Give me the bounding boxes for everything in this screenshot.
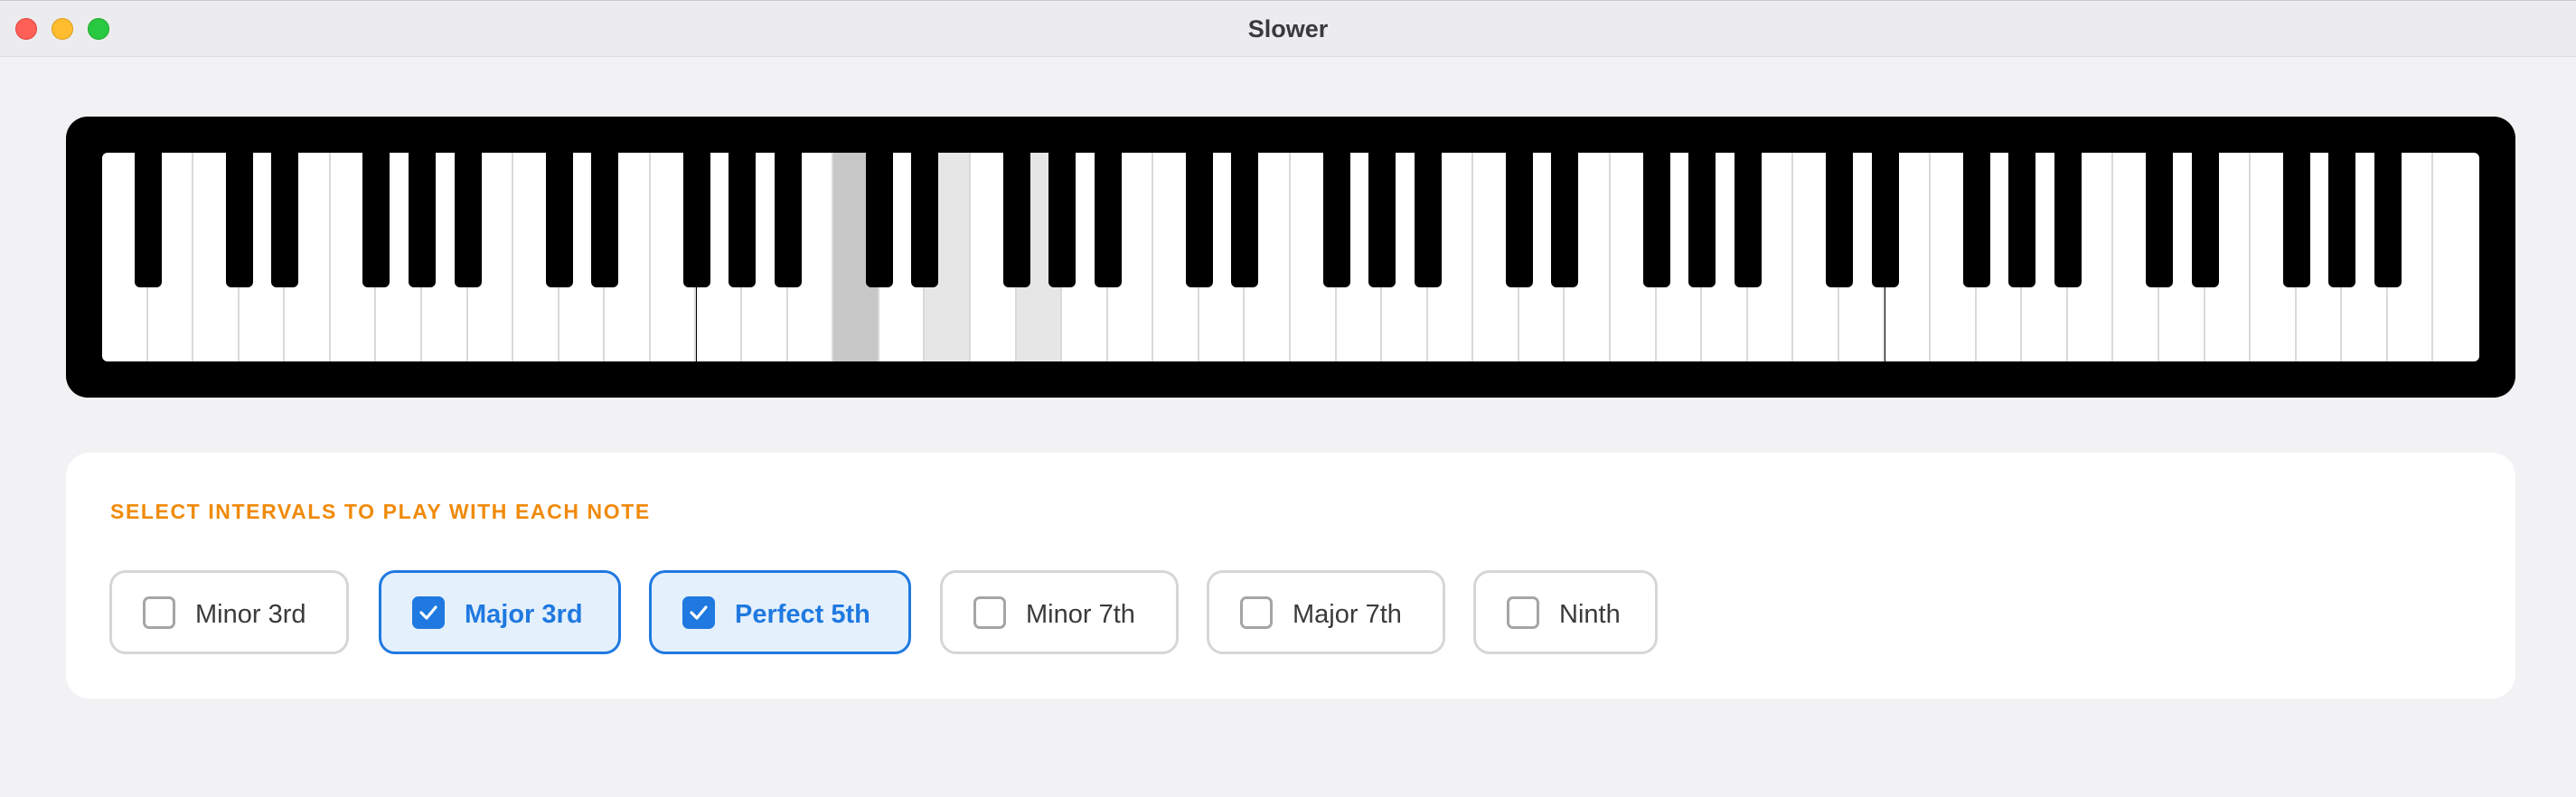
checkmark-icon (690, 605, 708, 620)
black-key[interactable] (682, 153, 710, 287)
checkbox[interactable] (1507, 596, 1539, 629)
black-key[interactable] (1642, 153, 1670, 287)
black-key[interactable] (1048, 153, 1076, 287)
black-key[interactable] (409, 153, 437, 287)
black-key[interactable] (134, 153, 162, 287)
black-key[interactable] (1688, 153, 1716, 287)
black-key[interactable] (1825, 153, 1853, 287)
black-key[interactable] (729, 153, 757, 287)
interval-heading: SELECT INTERVALS TO PLAY WITH EACH NOTE (110, 500, 651, 523)
black-key[interactable] (2008, 153, 2036, 287)
piano-keyboard (66, 117, 2515, 398)
interval-label: Major 3rd (465, 600, 583, 629)
checkbox[interactable] (143, 596, 175, 629)
interval-label: Minor 7th (1026, 600, 1135, 629)
black-key[interactable] (271, 153, 299, 287)
interval-label: Major 7th (1293, 600, 1402, 629)
black-key[interactable] (225, 153, 253, 287)
black-key[interactable] (1231, 153, 1259, 287)
black-key[interactable] (362, 153, 390, 287)
checkmark-icon (419, 605, 437, 620)
interval-option-ninth[interactable]: Ninth (1473, 570, 1658, 654)
app-window: Slower SELECT INTERVALS TO PLAY WITH EAC… (0, 0, 2576, 797)
black-key[interactable] (1322, 153, 1350, 287)
black-key[interactable] (454, 153, 482, 287)
black-key[interactable] (2328, 153, 2356, 287)
black-key[interactable] (2374, 153, 2402, 287)
checkbox[interactable] (973, 596, 1006, 629)
black-key[interactable] (1962, 153, 1990, 287)
checkbox[interactable] (682, 596, 715, 629)
black-key[interactable] (911, 153, 939, 287)
interval-option-major-7th[interactable]: Major 7th (1207, 570, 1445, 654)
window-title: Slower (1247, 15, 1329, 42)
interval-label: Ninth (1559, 600, 1621, 629)
black-key[interactable] (1505, 153, 1533, 287)
black-key[interactable] (1414, 153, 1442, 287)
black-key[interactable] (2191, 153, 2219, 287)
black-key[interactable] (591, 153, 619, 287)
white-key[interactable] (2433, 153, 2479, 361)
black-key[interactable] (1368, 153, 1396, 287)
black-key[interactable] (1734, 153, 1762, 287)
black-key[interactable] (865, 153, 893, 287)
black-key[interactable] (1185, 153, 1213, 287)
interval-label: Perfect 5th (735, 600, 870, 629)
interval-option-perfect-5th[interactable]: Perfect 5th (649, 570, 911, 654)
piano-keys (102, 153, 2479, 361)
interval-option-minor-3rd[interactable]: Minor 3rd (109, 570, 349, 654)
checkbox[interactable] (412, 596, 445, 629)
interval-option-minor-7th[interactable]: Minor 7th (940, 570, 1179, 654)
black-key[interactable] (1551, 153, 1579, 287)
black-key[interactable] (2145, 153, 2173, 287)
interval-label: Minor 3rd (195, 600, 306, 629)
black-key[interactable] (1094, 153, 1122, 287)
black-key[interactable] (545, 153, 573, 287)
black-key[interactable] (2054, 153, 2082, 287)
checkbox[interactable] (1240, 596, 1273, 629)
black-key[interactable] (774, 153, 802, 287)
title-bar: Slower (0, 1, 2576, 57)
black-key[interactable] (1002, 153, 1030, 287)
black-key[interactable] (1871, 153, 1899, 287)
interval-panel: SELECT INTERVALS TO PLAY WITH EACH NOTE … (66, 453, 2515, 699)
interval-option-major-3rd[interactable]: Major 3rd (379, 570, 621, 654)
black-key[interactable] (2282, 153, 2310, 287)
